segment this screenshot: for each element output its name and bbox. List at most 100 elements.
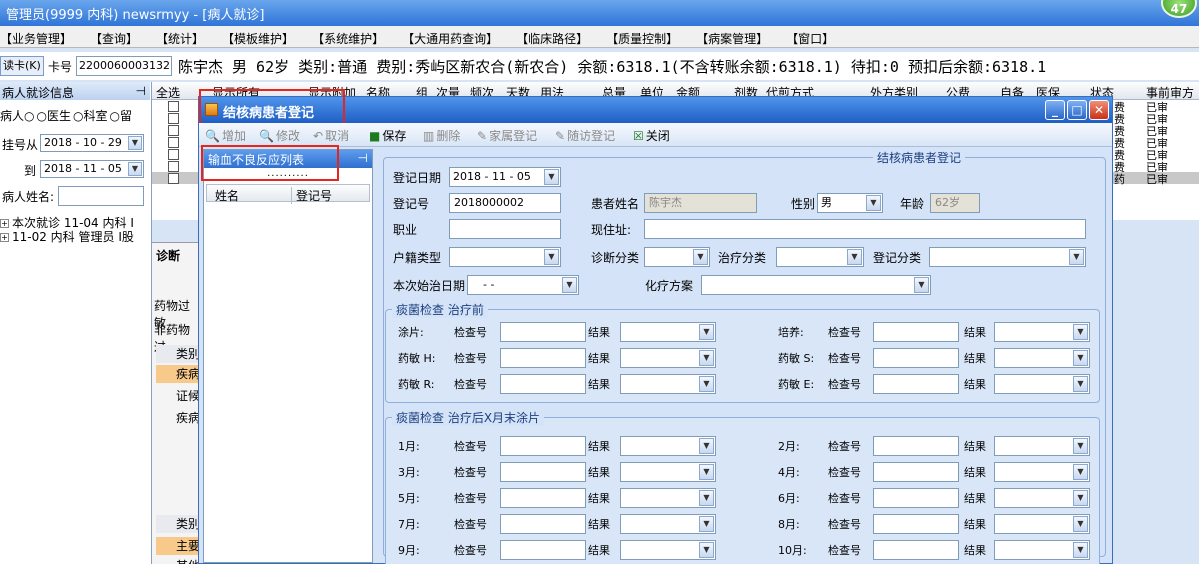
col-name[interactable]: 姓名 xyxy=(215,187,239,204)
dropdown-icon[interactable]: ▼ xyxy=(699,350,714,366)
dropdown-icon[interactable]: ▼ xyxy=(699,516,714,532)
result-select[interactable]: ▼ xyxy=(620,374,716,394)
list-item[interactable]: 疾病 xyxy=(156,365,200,383)
result-select[interactable]: ▼ xyxy=(994,436,1090,456)
dropdown-icon[interactable]: ▼ xyxy=(699,464,714,480)
filter-radio[interactable]: ○医生 xyxy=(37,109,72,123)
reg-date-picker[interactable]: 2018 - 11 - 05 ▼ xyxy=(449,167,561,187)
toolbar-delete-button[interactable]: ▥ 删除 xyxy=(423,127,460,144)
filter-radio[interactable]: ○留 xyxy=(110,109,133,123)
row-checkbox[interactable] xyxy=(168,161,179,172)
address-input[interactable] xyxy=(644,219,1086,239)
radio-icon[interactable]: ○ xyxy=(73,109,83,123)
toolbar-edit-button[interactable]: 🔍 修改 xyxy=(259,127,300,144)
maximize-button[interactable]: □ xyxy=(1067,100,1087,120)
start-date-picker[interactable]: - - ▼ xyxy=(467,275,579,295)
dropdown-icon[interactable]: ▼ xyxy=(699,324,714,340)
minimize-button[interactable]: _ xyxy=(1045,100,1065,120)
radio-icon[interactable]: ○ xyxy=(110,109,120,123)
dropdown-icon[interactable]: ▼ xyxy=(1073,464,1088,480)
reg-class-select[interactable]: ▼ xyxy=(929,247,1086,267)
check-no-input[interactable] xyxy=(500,514,586,534)
list-item[interactable]: 证候 xyxy=(156,387,200,404)
check-no-input[interactable] xyxy=(873,488,959,508)
check-no-input[interactable] xyxy=(873,348,959,368)
result-select[interactable]: ▼ xyxy=(994,348,1090,368)
result-select[interactable]: ▼ xyxy=(620,436,716,456)
menu-item[interactable]: 【临床路径】 xyxy=(516,26,588,47)
result-select[interactable]: ▼ xyxy=(994,322,1090,342)
check-no-input[interactable] xyxy=(500,322,586,342)
menu-item[interactable]: 【窗口】 xyxy=(786,26,834,47)
check-no-input[interactable] xyxy=(500,462,586,482)
dropdown-icon[interactable]: ▼ xyxy=(1073,516,1088,532)
tree-node[interactable]: + 本次就诊 11-04 内科 I xyxy=(0,216,134,230)
check-no-input[interactable] xyxy=(500,540,586,560)
dropdown-icon[interactable]: ▼ xyxy=(128,136,142,150)
dropdown-icon[interactable]: ▼ xyxy=(699,376,714,392)
result-select[interactable]: ▼ xyxy=(620,514,716,534)
treat-class-select[interactable]: ▼ xyxy=(776,247,864,267)
row-checkbox[interactable] xyxy=(168,125,179,136)
pin-icon[interactable]: ⊣ xyxy=(136,84,146,98)
result-select[interactable]: ▼ xyxy=(994,462,1090,482)
toolbar-save-button[interactable]: ■ 保存 xyxy=(369,127,406,144)
household-type-select[interactable]: ▼ xyxy=(449,247,561,267)
list-item[interactable]: 疾病 xyxy=(156,409,200,426)
job-input[interactable] xyxy=(449,219,561,239)
check-no-input[interactable] xyxy=(873,436,959,456)
chemo-plan-select[interactable]: ▼ xyxy=(701,275,931,295)
dropdown-icon[interactable]: ▼ xyxy=(1073,438,1088,454)
radio-icon[interactable]: ○ xyxy=(24,109,34,123)
result-select[interactable]: ▼ xyxy=(620,462,716,482)
toolbar-cancel-button[interactable]: ↶ 取消 xyxy=(313,127,349,144)
dropdown-icon[interactable]: ▼ xyxy=(1073,490,1088,506)
menu-item[interactable]: 【系统维护】 xyxy=(312,26,384,47)
reg-to-date[interactable]: 2018 - 11 - 05 ▼ xyxy=(40,160,144,178)
row-checkbox[interactable] xyxy=(168,101,179,112)
dropdown-icon[interactable]: ▼ xyxy=(1073,350,1088,366)
menu-item[interactable]: 【病案管理】 xyxy=(696,26,768,47)
check-no-input[interactable] xyxy=(500,488,586,508)
menu-item[interactable]: 【查询】 xyxy=(90,26,138,47)
menu-item[interactable]: 【业务管理】 xyxy=(0,26,72,47)
result-select[interactable]: ▼ xyxy=(620,322,716,342)
dropdown-icon[interactable]: ▼ xyxy=(699,438,714,454)
row-checkbox[interactable] xyxy=(168,173,179,184)
dropdown-icon[interactable]: ▼ xyxy=(1073,376,1088,392)
check-no-input[interactable] xyxy=(873,322,959,342)
reg-from-date[interactable]: 2018 - 10 - 29 ▼ xyxy=(40,134,144,152)
check-no-input[interactable] xyxy=(500,374,586,394)
menu-item[interactable]: 【模板维护】 xyxy=(222,26,294,47)
patient-name-input[interactable] xyxy=(58,186,144,206)
check-no-input[interactable] xyxy=(873,462,959,482)
read-card-button[interactable]: 读卡(K) xyxy=(0,56,44,76)
tree-node[interactable]: +11-02 内科 管理员 I股 xyxy=(0,230,134,244)
check-no-input[interactable] xyxy=(500,348,586,368)
result-select[interactable]: ▼ xyxy=(620,488,716,508)
diag-class-select[interactable]: ▼ xyxy=(644,247,710,267)
radio-icon[interactable]: ○ xyxy=(37,109,47,123)
result-select[interactable]: ▼ xyxy=(620,540,716,560)
dropdown-icon[interactable]: ▼ xyxy=(1073,324,1088,340)
result-select[interactable]: ▼ xyxy=(994,514,1090,534)
result-select[interactable]: ▼ xyxy=(994,540,1090,560)
grid-col-header[interactable]: 全选 xyxy=(156,84,180,101)
list-item[interactable]: 主要 xyxy=(156,537,200,555)
check-no-input[interactable] xyxy=(500,436,586,456)
toolbar-close-button[interactable]: ☒ 关闭 xyxy=(633,127,670,144)
card-no-input[interactable]: 220006000313210 xyxy=(76,56,172,76)
close-button[interactable]: ✕ xyxy=(1089,100,1109,120)
result-select[interactable]: ▼ xyxy=(620,348,716,368)
pin-icon[interactable]: ⊣ xyxy=(358,151,368,165)
sex-select[interactable]: 男 ▼ xyxy=(817,193,883,213)
dropdown-icon[interactable]: ▼ xyxy=(128,162,142,176)
dropdown-icon[interactable]: ▼ xyxy=(699,490,714,506)
toolbar-family-reg-button[interactable]: ✎ 家属登记 xyxy=(477,127,537,144)
row-checkbox[interactable] xyxy=(168,137,179,148)
menu-item[interactable]: 【统计】 xyxy=(156,26,204,47)
reg-no-input[interactable]: 2018000002 xyxy=(449,193,561,213)
tab-diagnosis[interactable]: 诊断 xyxy=(156,247,180,264)
row-checkbox[interactable] xyxy=(168,149,179,160)
check-no-input[interactable] xyxy=(873,374,959,394)
